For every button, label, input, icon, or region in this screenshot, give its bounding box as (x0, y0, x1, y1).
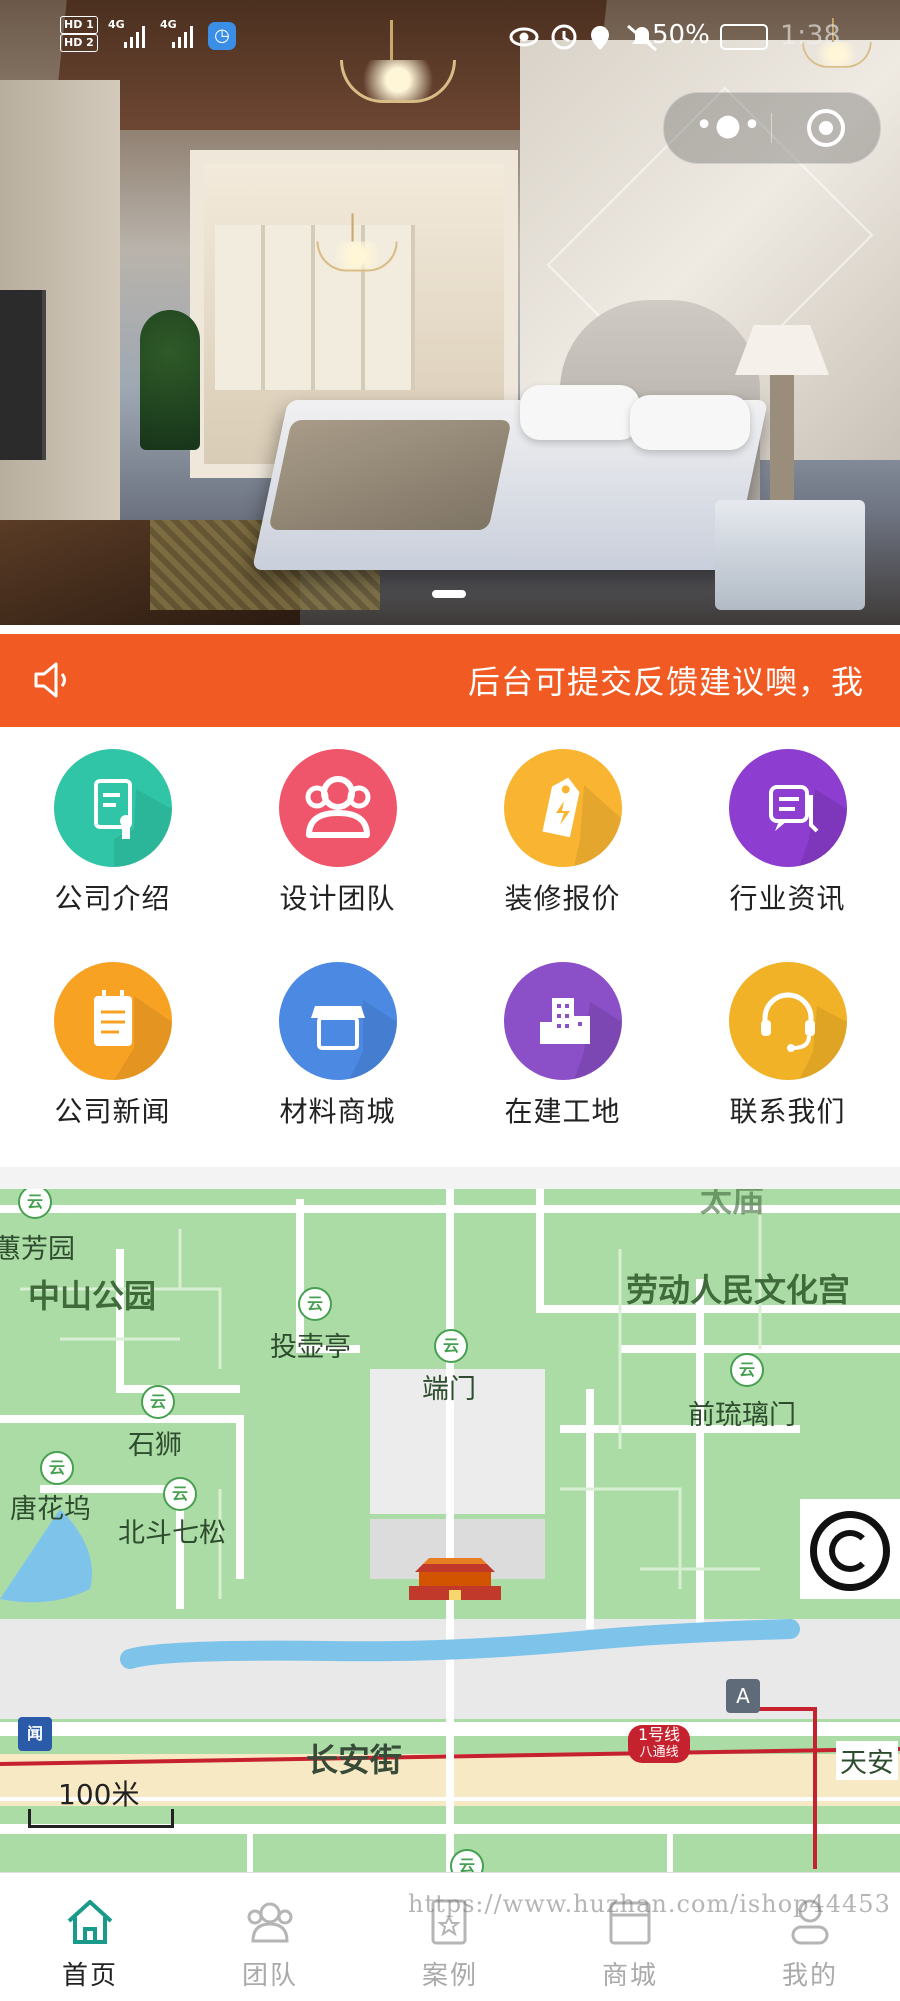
banner-image-nightstand (715, 500, 865, 610)
bus-stop-icon[interactable]: 闻 (18, 1717, 52, 1751)
tab-label: 首页 (61, 1961, 118, 1991)
menu-company-news[interactable]: 公司新闻 (0, 940, 225, 1155)
map-label-huifang: 蕙芳园 (0, 1234, 75, 1265)
menu-material-mall[interactable]: 材料商城 (225, 940, 450, 1155)
map-label-beidou: 北斗七松 (118, 1518, 226, 1549)
headset-icon (729, 962, 847, 1080)
sim2-label: HD 2 (60, 34, 98, 52)
map-label-duanmen: 端门 (422, 1374, 476, 1405)
map-label-touhu: 投壶亭 (270, 1332, 351, 1363)
map-label-changan: 长安街 (306, 1741, 403, 1779)
metro-line8-label: 八通线 (639, 1745, 679, 1760)
miniprogram-capsule: •●• (663, 92, 881, 164)
banner-image-pillow (630, 395, 750, 450)
tab-label: 案例 (421, 1961, 478, 1991)
map-label-tanghuawu: 唐花坞 (10, 1494, 91, 1525)
document-icon (54, 749, 172, 867)
banner-carousel[interactable]: HD 1 HD 2 4G 4G ◷ 50% 1:38 •●• (0, 0, 900, 625)
locate-button[interactable] (800, 1499, 900, 1599)
notepad-icon (54, 962, 172, 1080)
sim1-label: HD 1 (60, 16, 98, 34)
banner-image-pillow (520, 385, 640, 440)
tab-label: 商城 (601, 1961, 658, 1991)
battery-icon (720, 24, 768, 50)
menu-label: 联系我们 (729, 1095, 846, 1128)
menu-label: 公司介绍 (54, 882, 171, 915)
home-icon (67, 1900, 113, 1944)
banner-image-lamp (770, 350, 794, 500)
map-scale-bar (28, 1809, 174, 1828)
chandelier-decor (316, 213, 398, 277)
clock: 1:38 (780, 20, 841, 51)
map-label-shishi: 石狮 (128, 1430, 182, 1461)
battery-percent: 50% (652, 20, 710, 50)
menu-label: 材料商城 (279, 1095, 396, 1128)
map-label-tianan: 天安 (836, 1741, 898, 1780)
banner-image-plant (140, 310, 200, 450)
chat-icon (729, 749, 847, 867)
banner-image-throw (268, 420, 512, 530)
menu-design-team[interactable]: 设计团队 (225, 727, 450, 942)
speaker-icon (34, 662, 66, 698)
feature-grid: 公司介绍 设计团队 装修报价 行业资讯 公司新闻 材料商城 在建工地 联系我们 (0, 727, 900, 1167)
carousel-indicator[interactable] (432, 590, 466, 598)
map-label-laodong: 劳动人民文化宫 (626, 1271, 851, 1309)
scenic-poi-icon[interactable]: 云 (730, 1353, 764, 1387)
map-scale-label: 100米 (58, 1778, 140, 1811)
map-label-zhongshan: 中山公园 (28, 1277, 157, 1315)
menu-contact-us[interactable]: 联系我们 (675, 940, 900, 1155)
menu-label: 设计团队 (279, 882, 396, 915)
menu-industry-news[interactable]: 行业资讯 (675, 727, 900, 942)
banner-image-tv (0, 290, 46, 460)
menu-label: 在建工地 (504, 1095, 621, 1128)
tab-label: 我的 (781, 1961, 838, 1991)
subway-exit-badge[interactable]: A (726, 1679, 760, 1713)
app-notification-icon: ◷ (208, 22, 236, 50)
tab-label: 团队 (241, 1961, 298, 1991)
more-menu-button[interactable]: •●• (694, 101, 764, 155)
menu-label: 行业资讯 (729, 882, 846, 915)
scenic-poi-icon[interactable]: 云 (141, 1385, 175, 1419)
scenic-poi-icon[interactable]: 云 (40, 1451, 74, 1485)
menu-company-intro[interactable]: 公司介绍 (0, 727, 225, 942)
section-divider (0, 1167, 900, 1189)
shop-icon (279, 962, 397, 1080)
metro-line1-label: 1号线 (638, 1725, 681, 1744)
menu-construction-site[interactable]: 在建工地 (450, 940, 675, 1155)
scenic-poi-icon[interactable]: 云 (434, 1329, 468, 1363)
locate-icon (810, 1511, 890, 1591)
menu-label: 装修报价 (504, 882, 621, 915)
notice-bar[interactable]: 后台可提交反馈建议噢，我 (0, 634, 900, 727)
sim-indicators: HD 1 HD 2 (60, 16, 101, 52)
tab-team[interactable]: 团队 (180, 1873, 360, 2001)
map-label-qianliuli: 前琉璃门 (688, 1400, 796, 1431)
scenic-poi-icon[interactable]: 云 (163, 1477, 197, 1511)
tab-home[interactable]: 首页 (0, 1873, 180, 2001)
menu-label: 公司新闻 (54, 1095, 171, 1128)
team-icon (247, 1902, 293, 1943)
capsule-divider (771, 113, 772, 143)
menu-quote[interactable]: 装修报价 (450, 727, 675, 942)
team-icon (279, 749, 397, 867)
signal-icon (124, 26, 193, 48)
close-miniprogram-button[interactable] (807, 109, 845, 147)
notice-text: 后台可提交反馈建议噢，我 (468, 663, 865, 701)
map-label-taimiao: 太庙 (700, 1189, 765, 1219)
watermark-text: https://www.huzhan.com/ishop44453 (408, 1890, 891, 1918)
price-tag-icon (504, 749, 622, 867)
metro-line-badge[interactable]: 1号线 八通线 (628, 1725, 691, 1763)
map-view[interactable]: 云 蕙芳园 中山公园 太庙 云 投壶亭 云 端门 劳动人民文化宫 云 前琉璃门 … (0, 1189, 900, 1872)
tiananmen-landmark-icon[interactable] (405, 1554, 505, 1604)
status-bar: HD 1 HD 2 4G 4G ◷ 50% 1:38 (0, 0, 900, 80)
building-icon (504, 962, 622, 1080)
scenic-poi-icon[interactable]: 云 (298, 1287, 332, 1321)
